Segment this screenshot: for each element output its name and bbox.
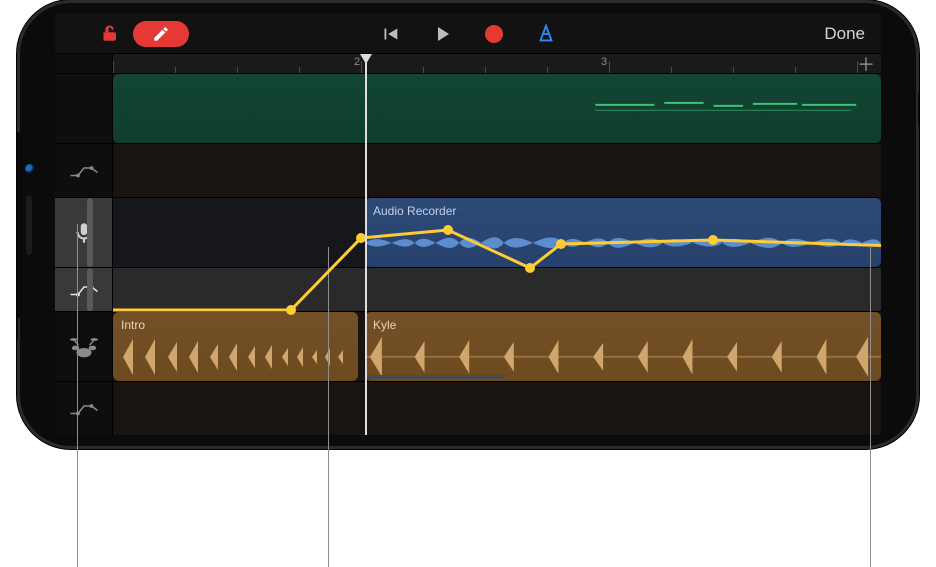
record-button[interactable] <box>481 21 507 47</box>
audio-region[interactable]: Audio Recorder <box>365 198 881 267</box>
toolbar: Done <box>55 14 881 54</box>
midi-notes <box>113 96 881 141</box>
unlock-icon[interactable] <box>101 24 121 44</box>
region-label: Audio Recorder <box>373 204 456 218</box>
track-row-audio[interactable]: Audio Recorder <box>113 198 881 268</box>
phone-frame: Done <box>17 0 919 449</box>
waveform <box>365 334 881 380</box>
region-label: Intro <box>121 318 145 332</box>
ruler[interactable]: 2 3 ＋ <box>113 54 881 74</box>
track-header-column <box>55 54 113 435</box>
scroll-indicator[interactable] <box>365 375 505 379</box>
track-header-audio[interactable] <box>55 198 112 268</box>
waveform <box>113 334 358 380</box>
selection-indicator <box>87 268 93 311</box>
side-button <box>918 92 919 126</box>
done-button[interactable]: Done <box>824 14 865 54</box>
track-row-instrument[interactable] <box>113 74 881 144</box>
ruler-label: 3 <box>601 56 607 68</box>
automation-lane-2[interactable] <box>113 268 881 312</box>
transport-controls <box>377 14 559 54</box>
drum-region-intro[interactable]: Intro <box>113 312 358 381</box>
timeline: 2 3 ＋ <box>55 54 881 435</box>
region-label: Kyle <box>373 318 396 332</box>
earpiece <box>26 195 32 255</box>
metronome-button[interactable] <box>533 21 559 47</box>
midi-region[interactable] <box>113 74 881 143</box>
front-camera <box>25 164 35 174</box>
callout-line <box>870 247 871 567</box>
record-icon <box>485 25 503 43</box>
callout-line <box>328 247 329 567</box>
drum-region-kyle[interactable]: Kyle <box>365 312 881 381</box>
automation-icon-2[interactable] <box>55 268 112 312</box>
rewind-button[interactable] <box>377 21 403 47</box>
automation-lane-1[interactable] <box>113 144 881 198</box>
ruler-label: 2 <box>354 56 360 68</box>
selection-indicator <box>87 198 93 267</box>
waveform <box>365 220 881 266</box>
notch <box>17 132 45 318</box>
tracks-area[interactable]: 2 3 ＋ <box>113 54 881 435</box>
drumkit-icon <box>69 335 99 359</box>
callout-line <box>77 224 78 567</box>
play-button[interactable] <box>429 21 455 47</box>
add-track-button[interactable]: ＋ <box>857 56 875 74</box>
track-header-drums[interactable] <box>55 312 112 382</box>
automation-icon-3[interactable] <box>55 382 112 435</box>
track-row-drums[interactable]: Intro Kyle <box>113 312 881 382</box>
automation-lane-3[interactable] <box>113 382 881 435</box>
automation-icon-1[interactable] <box>55 144 112 198</box>
ruler-spacer <box>55 54 112 74</box>
app-screen: Done <box>55 14 881 435</box>
edit-button[interactable] <box>133 21 189 47</box>
track-header-instrument-1[interactable] <box>55 74 112 144</box>
